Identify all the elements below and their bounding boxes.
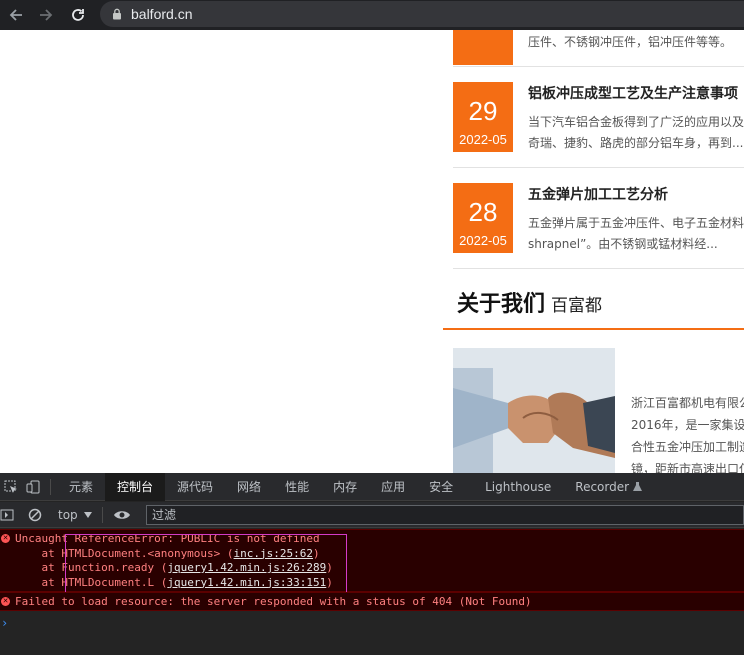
console-prompt[interactable]: › xyxy=(1,616,8,630)
error-icon: ✕ xyxy=(1,534,10,543)
about-text: 浙江百富都机电有限公 2016年，是一家集设计 合性五金冲压加工制造 镜，距新市… xyxy=(631,392,744,473)
news-desc[interactable]: 五金弹片属于五金冲压件、电子五金材料 xyxy=(528,212,744,234)
sidebar-icon xyxy=(0,509,14,520)
device-toolbar-button[interactable] xyxy=(22,473,44,501)
about-line: 浙江百富都机电有限公 xyxy=(631,396,744,410)
clear-icon xyxy=(28,508,42,521)
error-text: Failed to load resource: the server resp… xyxy=(15,595,532,608)
address-bar[interactable]: balford.cn xyxy=(100,1,744,27)
news-month: 2022-05 xyxy=(459,233,507,248)
news-date-box: 28 2022-05 xyxy=(453,183,513,253)
url-text: balford.cn xyxy=(131,6,193,22)
reload-icon xyxy=(72,9,84,21)
news-date-box: 2022-05 xyxy=(453,30,513,65)
devtools-panel: 元素 控制台 源代码 网络 性能 内存 应用 安全 Lighthouse Rec… xyxy=(0,472,744,655)
console-error-message: ✕ Failed to load resource: the server re… xyxy=(0,592,744,611)
web-page: 2022-05 压件、不锈钢冲压件，铝冲压件等等。 29 2022-05 铝板冲… xyxy=(0,30,744,473)
news-title[interactable]: 五金弹片加工工艺分析 xyxy=(528,184,668,204)
lock-icon xyxy=(113,8,121,20)
filter-input[interactable] xyxy=(146,505,744,525)
tab-recorder[interactable]: Recorder xyxy=(563,473,646,501)
annotation-highlight-box xyxy=(65,534,347,600)
news-date-box: 29 2022-05 xyxy=(453,82,513,152)
about-subtitle: 百富都 xyxy=(551,296,603,316)
back-button[interactable] xyxy=(6,5,26,25)
devtools-tabbar: 元素 控制台 源代码 网络 性能 内存 应用 安全 Lighthouse Rec… xyxy=(0,472,744,501)
tab-elements[interactable]: 元素 xyxy=(57,473,105,501)
arrow-right-icon xyxy=(40,9,53,21)
context-value: top xyxy=(58,507,78,522)
divider xyxy=(453,167,744,168)
device-icon xyxy=(26,480,40,493)
divider xyxy=(453,66,744,67)
news-desc[interactable]: shrapnel”。由不锈钢或锰材料经... xyxy=(528,233,744,255)
about-heading: 关于我们 百富都 xyxy=(457,286,602,318)
news-day: 29 xyxy=(468,96,498,126)
tab-performance[interactable]: 性能 xyxy=(273,473,321,501)
news-day: 28 xyxy=(468,197,498,227)
tab-recorder-label: Recorder xyxy=(575,479,630,494)
tab-console[interactable]: 控制台 xyxy=(105,472,166,501)
tab-network[interactable]: 网络 xyxy=(225,473,273,501)
about-line: 合性五金冲压加工制造 xyxy=(631,440,744,454)
console-error-message: ✕ Uncaught ReferenceError: PUBLIC is not… xyxy=(0,529,744,600)
about-line: 镜，距新市高速出口仅 xyxy=(631,462,744,473)
tab-memory[interactable]: 内存 xyxy=(321,473,369,501)
news-month: 2022-05 xyxy=(459,132,507,147)
console-output: ✕ Uncaught ReferenceError: PUBLIC is not… xyxy=(0,529,744,655)
arrow-left-icon xyxy=(9,9,22,21)
news-desc[interactable]: 奇瑞、捷豹、路虎的部分铝车身，再到... xyxy=(528,132,744,154)
sidebar-toggle-button[interactable] xyxy=(0,507,16,523)
eye-icon xyxy=(113,510,130,519)
clear-console-button[interactable] xyxy=(28,507,44,523)
handshake-image xyxy=(453,348,615,473)
reload-button[interactable] xyxy=(68,5,88,25)
inspect-icon xyxy=(4,480,17,493)
news-desc[interactable]: 压件、不锈钢冲压件，铝冲压件等等。 xyxy=(528,31,744,53)
console-toolbar: top xyxy=(0,502,744,528)
error-icon: ✕ xyxy=(1,597,10,606)
tab-sources[interactable]: 源代码 xyxy=(165,473,225,501)
handshake-icon xyxy=(453,348,615,473)
divider xyxy=(453,268,744,269)
about-title: 关于我们 xyxy=(457,292,546,317)
forward-button[interactable] xyxy=(36,5,56,25)
tab-lighthouse[interactable]: Lighthouse xyxy=(473,473,563,501)
separator xyxy=(50,478,51,495)
context-selector[interactable]: top xyxy=(58,508,92,522)
live-expression-button[interactable] xyxy=(113,507,131,523)
section-underline xyxy=(443,328,744,330)
inspect-element-button[interactable] xyxy=(0,473,22,501)
tab-security[interactable]: 安全 xyxy=(417,473,465,501)
separator xyxy=(101,506,103,523)
tab-application[interactable]: 应用 xyxy=(369,473,417,501)
news-desc[interactable]: 当下汽车铝合金板得到了广泛的应用以及 xyxy=(528,111,744,133)
browser-toolbar: balford.cn xyxy=(0,0,744,30)
news-title[interactable]: 铝板冲压成型工艺及生产注意事项 xyxy=(528,83,738,103)
flask-icon xyxy=(632,481,642,491)
caret-down-icon xyxy=(83,511,92,518)
about-line: 2016年，是一家集设计 xyxy=(631,418,744,432)
